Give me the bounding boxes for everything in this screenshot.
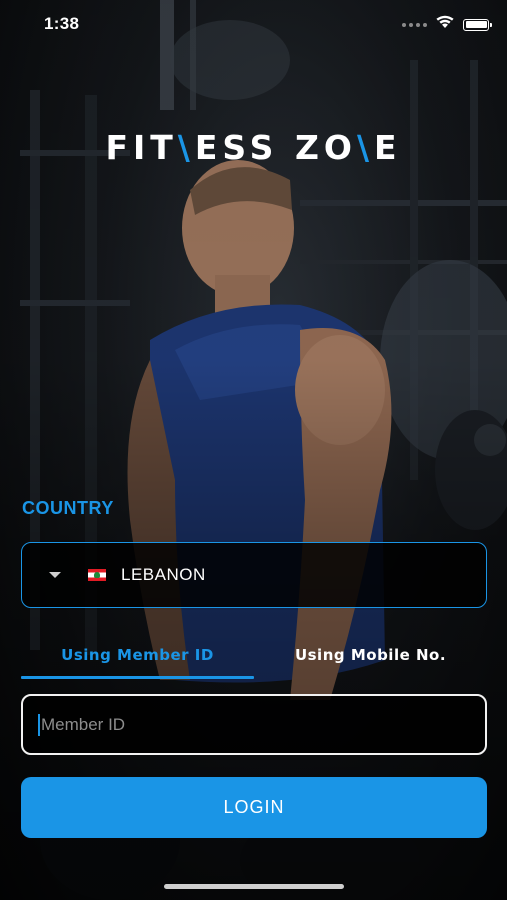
login-button[interactable]: LOGIN [21,777,487,838]
wifi-icon [435,15,455,34]
login-screen: 1:38 FIT\ESS ZO\E COUNTRY LEBANON Using … [0,0,507,900]
home-indicator [164,884,344,889]
tab-using-mobile-no[interactable]: Using Mobile No. [254,634,487,676]
app-logo: FIT\ESS ZO\E [105,128,402,167]
status-time: 1:38 [44,14,80,33]
signal-icon [402,22,427,27]
chevron-down-icon [49,572,61,578]
member-id-field-container [21,694,487,755]
text-cursor [38,713,40,736]
status-bar: 1:38 [0,0,507,50]
tab-using-member-id[interactable]: Using Member ID [21,634,254,676]
lebanon-flag-icon [88,569,106,581]
login-method-tabs: Using Member ID Using Mobile No. [21,634,487,680]
country-label: COUNTRY [22,498,114,518]
country-selected-value: LEBANON [121,565,206,584]
country-dropdown[interactable]: LEBANON [21,542,487,608]
member-id-input[interactable] [41,714,441,735]
active-tab-indicator [21,676,254,679]
status-icons [402,15,492,34]
battery-icon [463,18,492,31]
